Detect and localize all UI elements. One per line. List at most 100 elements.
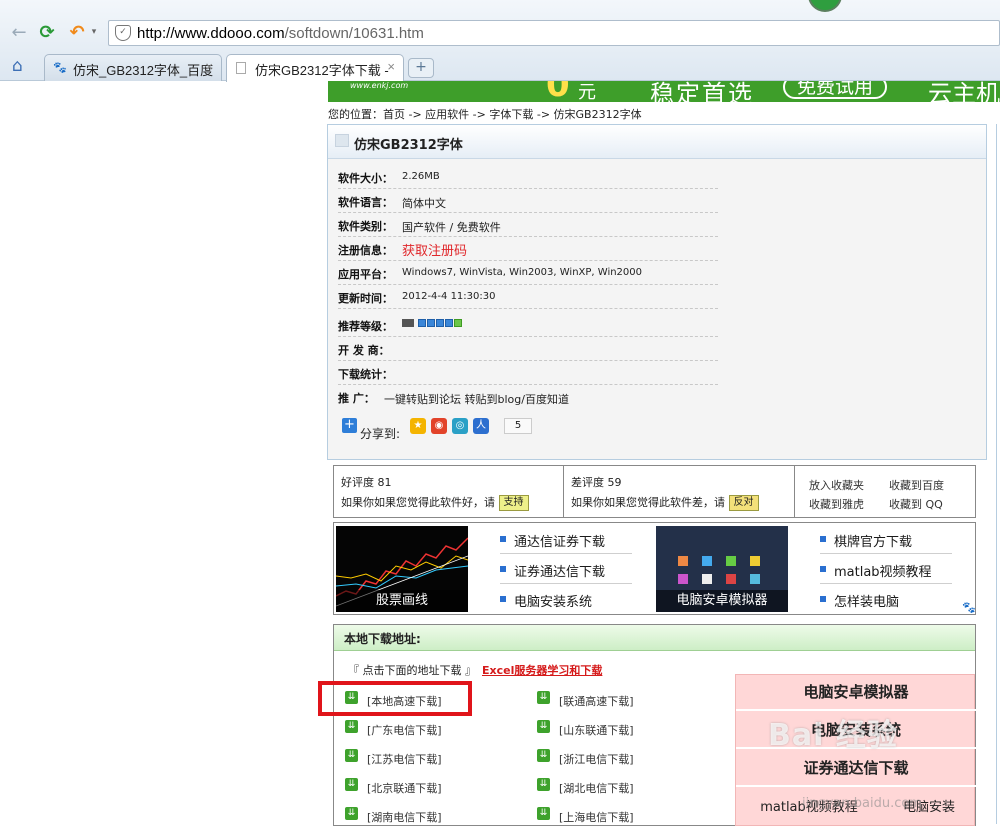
info-row-downloads: 下载统计：: [338, 361, 718, 385]
url-text[interactable]: http://www.ddooo.com/softdown/10631.htm: [137, 25, 424, 42]
download-link-label: [上海电信下载]: [559, 811, 634, 824]
banner-zero: 0: [546, 81, 570, 102]
ad-banner[interactable]: www.enkj.com 0 元 稳定首选 免费试用 云主机: [328, 81, 1000, 102]
download-link-label: [湖北电信下载]: [559, 782, 634, 795]
browser-status-indicator: [808, 0, 842, 12]
refresh-icon[interactable]: ⟳: [36, 21, 58, 43]
good-vote-cell: 好评度 81 如果你如果您觉得此软件好，请 支持: [334, 466, 564, 517]
download-arrow-icon: ⇊: [345, 778, 358, 791]
download-arrow-icon: ⇊: [537, 691, 550, 704]
promo-link[interactable]: 电脑安卓模拟器: [736, 675, 976, 711]
info-key: 软件语言：: [338, 196, 393, 209]
fav-baidu[interactable]: 收藏到百度: [889, 477, 944, 493]
tab-bar: ⌂ 🐾 仿宋_GB2312字体_百度 × 仿宋GB2312字体下载 - × +: [0, 51, 1000, 82]
download-link-label: [联通高速下载]: [559, 695, 634, 708]
info-value: 2012-4-4 11:30:30: [402, 291, 496, 302]
share-count: 5: [504, 418, 532, 434]
download-arrow-icon: ⇊: [345, 720, 358, 733]
fav-qq[interactable]: 收藏到 QQ: [889, 496, 943, 512]
download-link-label: [浙江电信下载]: [559, 753, 634, 766]
tab-label: 仿宋_GB2312字体_百度: [73, 63, 214, 78]
header-icon: [335, 134, 349, 147]
new-tab-button[interactable]: +: [408, 58, 434, 78]
banner-yuan: 元: [578, 82, 596, 102]
url-path: /softdown/10631.htm: [284, 25, 424, 42]
ad-link[interactable]: 证券通达信下载: [500, 556, 632, 584]
ad-link[interactable]: 电脑安装系统: [500, 586, 632, 614]
download-link-label: [北京联通下载]: [367, 782, 442, 795]
browser-chrome: ← ⟳ ↶ ▾ ✓ http://www.ddooo.com/softdown/…: [0, 0, 1000, 82]
ad-link[interactable]: 通达信证券下载: [500, 526, 632, 554]
info-row-updated: 更新时间： 2012-4-4 11:30:30: [338, 285, 718, 309]
info-row-language: 软件语言： 简体中文: [338, 189, 718, 213]
download-link[interactable]: ⇊ [江苏电信下载]: [345, 749, 525, 767]
qzone-icon[interactable]: ★: [410, 418, 426, 434]
breadcrumb: 您的位置：首页 -> 应用软件 -> 字体下载 -> 仿宋GB2312字体: [328, 108, 642, 121]
register-code-link[interactable]: 获取注册码: [402, 240, 467, 259]
info-value: 2.26MB: [402, 171, 440, 182]
download-link[interactable]: ⇊ [上海电信下载]: [537, 807, 717, 825]
ad-link[interactable]: matlab视频教程: [820, 556, 952, 584]
ad-link[interactable]: 怎样装电脑: [820, 586, 952, 614]
oppose-button[interactable]: 反对: [728, 495, 759, 511]
download-link[interactable]: ⇊ [山东联通下载]: [537, 720, 717, 738]
plus-icon[interactable]: +: [342, 418, 357, 433]
tencent-icon[interactable]: ◎: [452, 418, 468, 434]
back-icon[interactable]: ←: [8, 21, 30, 43]
close-icon[interactable]: ×: [387, 59, 395, 74]
ad-link[interactable]: 棋牌官方下载: [820, 526, 952, 554]
tab-ddooo[interactable]: 仿宋GB2312字体下载 - ×: [226, 54, 404, 82]
download-arrow-icon: ⇊: [345, 749, 358, 762]
download-link[interactable]: ⇊ [广东电信下载]: [345, 720, 525, 738]
ad-link-label: 通达信证券下载: [514, 535, 606, 550]
watermark-url: jingyan.baidu.com: [802, 796, 922, 811]
support-button[interactable]: 支持: [498, 495, 529, 511]
android-emulator-thumbnail[interactable]: 电脑安卓模拟器: [656, 526, 788, 612]
fav-yahoo[interactable]: 收藏到雅虎: [809, 496, 864, 512]
close-icon[interactable]: ×: [205, 59, 213, 74]
banner-logo: www.enkj.com: [350, 81, 409, 90]
address-bar[interactable]: ✓ http://www.ddooo.com/softdown/10631.ht…: [108, 20, 1000, 46]
tab-baidu[interactable]: 🐾 仿宋_GB2312字体_百度 ×: [44, 54, 222, 81]
download-link[interactable]: ⇊ [湖北电信下载]: [537, 778, 717, 796]
chevron-down-icon[interactable]: ▾: [88, 21, 100, 43]
download-link[interactable]: ⇊ [北京联通下载]: [345, 778, 525, 796]
download-heading: 本地下载地址:: [344, 632, 421, 646]
download-link-label: [广东电信下载]: [367, 724, 442, 737]
download-arrow-icon: ⇊: [345, 807, 358, 820]
page-icon: [236, 62, 246, 74]
fav-add[interactable]: 放入收藏夹: [809, 477, 864, 493]
download-link[interactable]: ⇊ [湖南电信下载]: [345, 807, 525, 825]
ad-link-label: 电脑安装系统: [514, 595, 593, 610]
download-link[interactable]: ⇊ [浙江电信下载]: [537, 749, 717, 767]
banner-trial-button[interactable]: 免费试用: [783, 81, 888, 99]
good-score: 好评度 81: [341, 476, 392, 489]
stock-chart-thumbnail[interactable]: 股票画线: [336, 526, 468, 612]
software-title: 仿宋GB2312字体: [354, 138, 463, 153]
info-key: 注册信息：: [338, 244, 393, 257]
good-text: 如果你如果您觉得此软件好，请: [341, 496, 495, 509]
promo-link[interactable]: 证券通达信下载: [736, 751, 976, 787]
info-key: 软件大小：: [338, 172, 393, 185]
ad-link-label: 怎样装电脑: [834, 595, 900, 610]
info-key: 更新时间：: [338, 292, 393, 305]
info-key: 开 发 商：: [338, 344, 390, 357]
highlight-box: [318, 681, 472, 716]
download-arrow-icon: ⇊: [537, 720, 550, 733]
undo-icon[interactable]: ↶: [66, 21, 88, 43]
excel-server-link[interactable]: Excel服务器学习和下载: [482, 664, 602, 677]
info-value: 简体中文: [402, 197, 446, 210]
tab-label: 仿宋GB2312字体下载 -: [255, 63, 389, 78]
download-link[interactable]: ⇊ [联通高速下载]: [537, 691, 717, 709]
right-column-edge: [996, 124, 1000, 824]
renren-icon[interactable]: 人: [473, 418, 489, 434]
promote-links[interactable]: 一键转贴到论坛 转贴到blog/百度知道: [384, 391, 569, 407]
home-icon[interactable]: ⌂: [12, 56, 23, 76]
download-arrow-icon: ⇊: [537, 778, 550, 791]
weibo-icon[interactable]: ◉: [431, 418, 447, 434]
info-value: 国产软件 / 免费软件: [402, 221, 501, 234]
info-row-rating: 推荐等级：: [338, 313, 718, 337]
info-key: 推荐等级：: [338, 320, 393, 333]
info-row-developer: 开 发 商：: [338, 337, 718, 361]
bad-score: 差评度 59: [571, 476, 622, 489]
